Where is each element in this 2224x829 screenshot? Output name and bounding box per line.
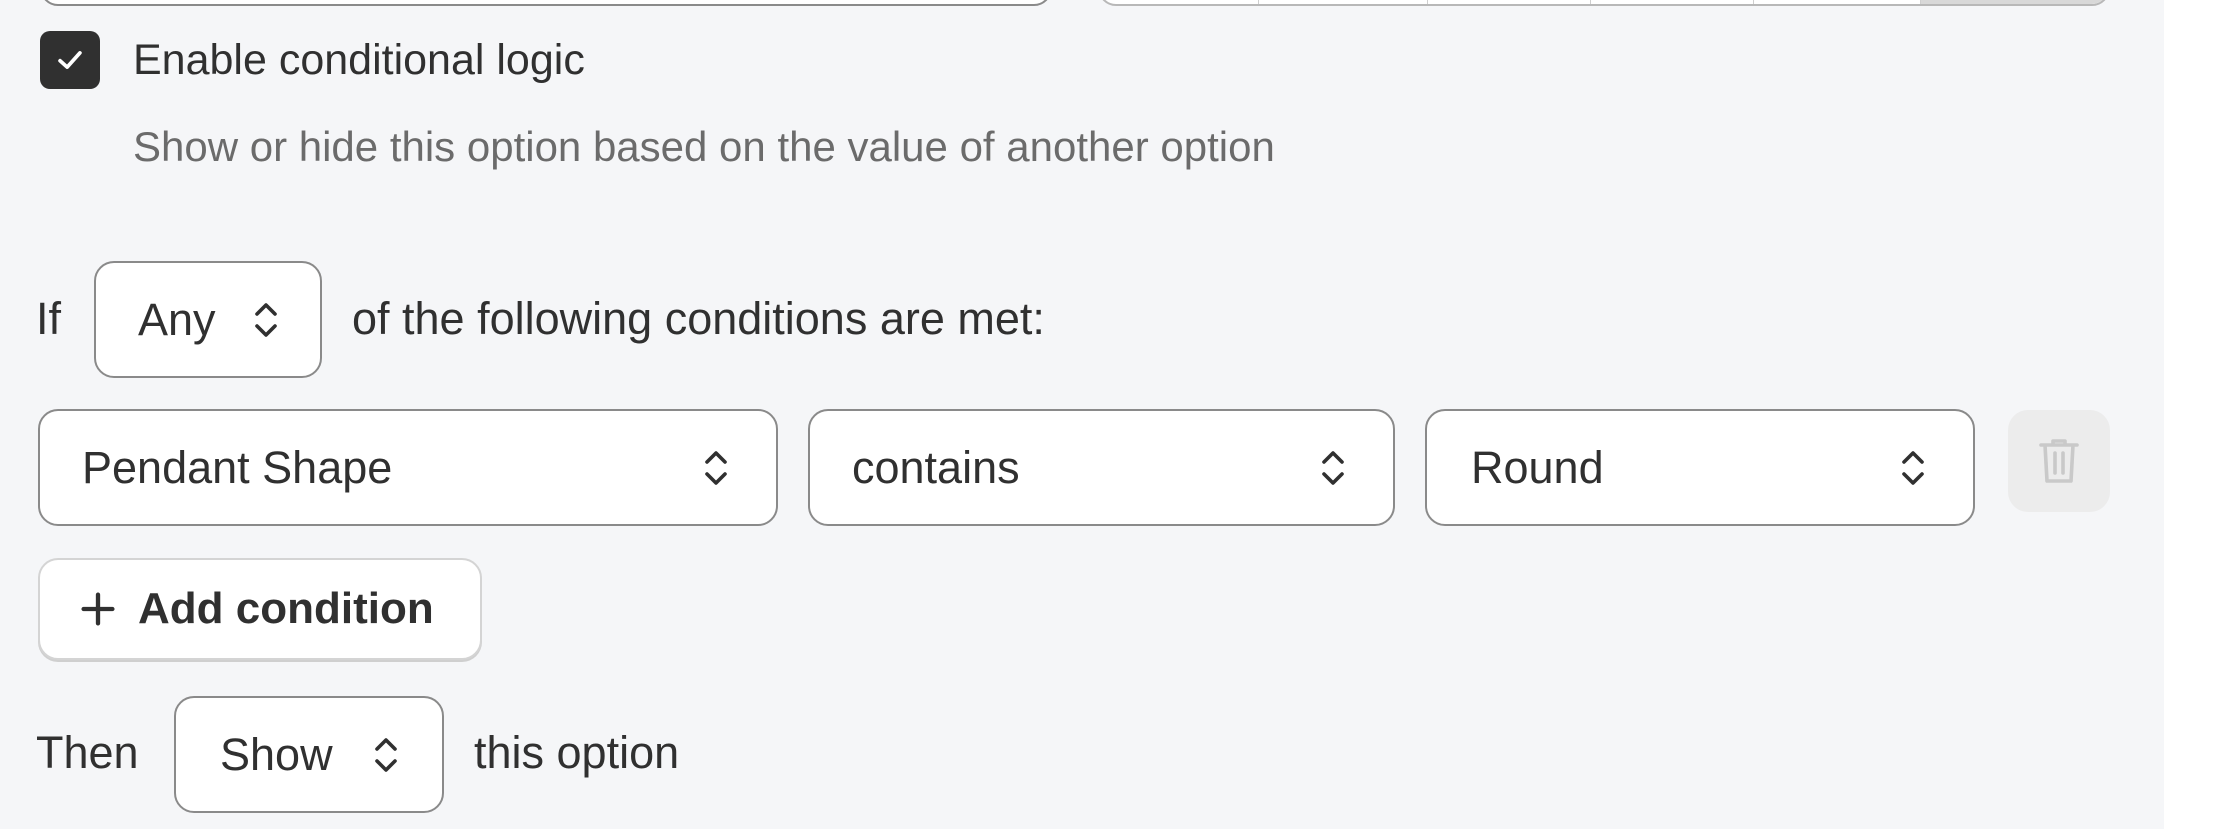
condition-operator-select[interactable]: contains [808,409,1395,526]
enable-conditional-logic-label[interactable]: Enable conditional logic [133,34,585,86]
condition-value-select[interactable]: Round [1425,409,1975,526]
page-background [2164,0,2224,829]
if-label: If [36,293,62,344]
segment-selected[interactable] [1921,0,2108,4]
chevron-up-down-icon [1897,442,1929,494]
delete-condition-button[interactable] [2008,410,2110,512]
conditional-logic-panel: Enable conditional logic Show or hide th… [0,0,2164,829]
segment[interactable] [1100,0,1259,4]
segment[interactable] [1259,0,1428,4]
action-select[interactable]: Show [174,696,444,813]
condition-operator-value: contains [852,441,1020,493]
chevron-up-down-icon [250,294,282,346]
this-option-label: this option [474,727,680,778]
enable-conditional-logic-checkbox[interactable] [40,31,100,89]
condition-field-select[interactable]: Pendant Shape [38,409,778,526]
chevron-up-down-icon [370,729,402,781]
match-type-select[interactable]: Any [94,261,322,378]
chevron-up-down-icon [1317,442,1349,494]
conditions-met-label: of the following conditions are met: [352,293,1045,344]
add-condition-button[interactable]: Add condition [38,558,482,660]
check-icon [58,51,82,69]
trash-icon [2039,439,2079,483]
option-name-field[interactable] [40,0,1052,6]
segment[interactable] [1754,0,1921,4]
option-type-segmented-control[interactable] [1098,0,2110,6]
conditional-logic-help-text: Show or hide this option based on the va… [133,123,1275,170]
action-value: Show [220,728,333,780]
segment[interactable] [1428,0,1591,4]
condition-field-value: Pendant Shape [82,441,393,493]
condition-value-value: Round [1471,441,1604,493]
plus-icon [78,589,118,629]
match-type-value: Any [138,293,216,345]
add-condition-label: Add condition [138,584,434,633]
then-label: Then [36,727,139,778]
segment[interactable] [1591,0,1754,4]
chevron-up-down-icon [700,442,732,494]
